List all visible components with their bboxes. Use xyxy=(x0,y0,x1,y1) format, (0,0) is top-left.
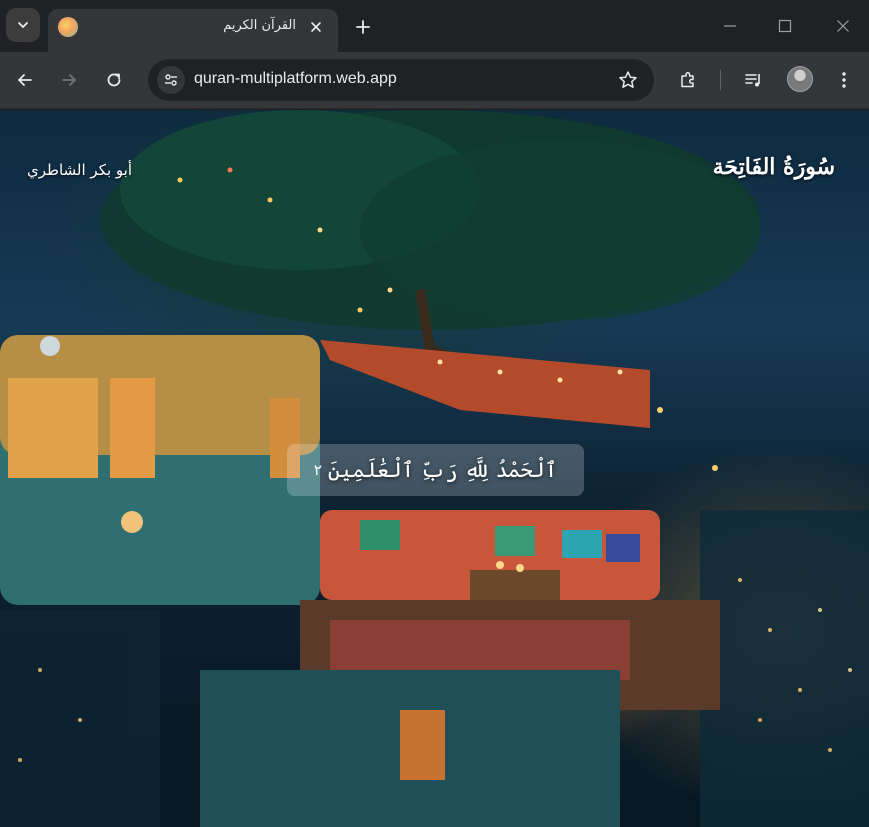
awning-illustration xyxy=(320,340,650,428)
quran-favicon-icon xyxy=(58,17,78,37)
close-icon xyxy=(311,22,321,32)
puzzle-icon xyxy=(681,71,694,88)
quran-player-page: أبو بكر الشاطري سُورَةُ الفَاتِحَة ٱلْحَ… xyxy=(0,110,869,827)
tune-icon xyxy=(165,74,177,86)
star-icon xyxy=(619,71,637,88)
tram-illustration xyxy=(0,335,320,605)
maximize-button[interactable] xyxy=(771,12,799,40)
tab-search-button[interactable] xyxy=(6,8,40,42)
surah-title: سُورَةُ الفَاتِحَة xyxy=(712,154,835,180)
address-bar[interactable]: quran-multiplatform.web.app xyxy=(148,59,654,101)
tab-close-button[interactable] xyxy=(306,17,326,37)
verse-text: ٱلْحَمْدُ لِلَّهِ رَبِّ ٱلْعَٰلَمِينَ xyxy=(327,458,558,482)
close-window-icon xyxy=(837,20,849,32)
tab-title: القرآن الكريم xyxy=(223,18,296,33)
bookmark-button[interactable] xyxy=(616,68,640,92)
forward-button[interactable] xyxy=(53,64,85,96)
verse-number-badge: ٢ xyxy=(313,461,322,479)
reload-button[interactable] xyxy=(98,64,130,96)
toolbar-divider xyxy=(720,70,721,90)
arrow-right-icon xyxy=(62,74,76,86)
back-button[interactable] xyxy=(9,64,41,96)
browser-toolbar: quran-multiplatform.web.app xyxy=(0,52,869,109)
extensions-button[interactable] xyxy=(674,66,702,94)
profile-avatar[interactable] xyxy=(787,66,813,92)
maximize-icon xyxy=(778,19,792,33)
active-tab[interactable]: القرآن الكريم xyxy=(48,9,338,52)
reload-icon xyxy=(107,73,121,87)
new-tab-button[interactable] xyxy=(350,14,376,40)
tree-canopy xyxy=(100,110,760,365)
close-window-button[interactable] xyxy=(829,12,857,40)
chevron-down-icon xyxy=(18,22,28,29)
minimize-button[interactable] xyxy=(716,12,744,40)
url-text[interactable]: quran-multiplatform.web.app xyxy=(194,70,397,88)
minimize-icon xyxy=(724,25,736,27)
reciter-name: أبو بكر الشاطري xyxy=(27,161,133,179)
verse-display: ٱلْحَمْدُ لِلَّهِ رَبِّ ٱلْعَٰلَمِينَ ٢ xyxy=(287,444,584,496)
browser-menu-button[interactable] xyxy=(830,66,858,94)
tab-strip: القرآن الكريم xyxy=(0,0,869,52)
site-info-button[interactable] xyxy=(157,66,185,94)
more-vertical-icon xyxy=(842,72,846,88)
queue-music-icon xyxy=(745,74,760,87)
plus-icon xyxy=(356,20,370,34)
media-controls-button[interactable] xyxy=(740,66,768,94)
arrow-left-icon xyxy=(18,74,32,86)
